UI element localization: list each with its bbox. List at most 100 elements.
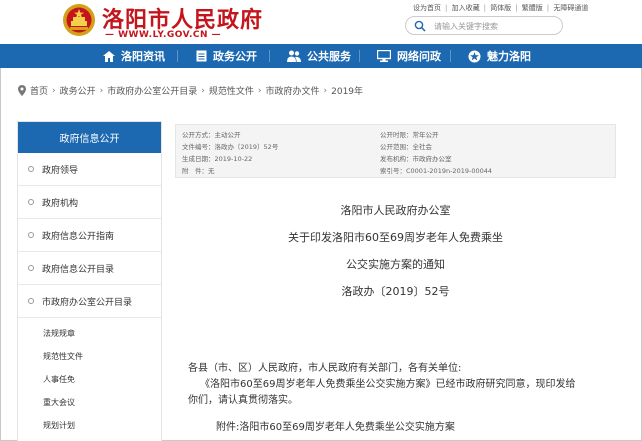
document-attachment-link[interactable]: 附件:洛阳市60至69周岁老年人免费乘坐公交实施方案 — [216, 418, 455, 433]
document-meta-box: 公开方式：主动公开 文件编号：洛政办〔2019〕52号 生成日期：2019-10… — [175, 124, 616, 178]
meta-time-limit: 公开时限：常年公开 — [380, 129, 439, 139]
meta-label: 公开范围： — [380, 143, 413, 151]
meta-scope: 公开范围：全社会 — [380, 141, 432, 151]
breadcrumb-separator: › — [257, 85, 262, 96]
sidebar-title[interactable]: 政府信息公开 — [18, 122, 161, 153]
site-url: — WWW.LY.GOV.CN — — [105, 30, 222, 40]
document-icon — [196, 50, 207, 62]
site-header: 洛阳市人民政府 — WWW.LY.GOV.CN — 设为首页 | 加入收藏 | 简体… — [0, 0, 642, 44]
nav-divider — [450, 50, 451, 62]
home-icon — [103, 50, 115, 62]
sidebar-item-label: 政府信息公开指南 — [42, 231, 115, 242]
breadcrumb-normative-docs[interactable]: 规范性文件 — [209, 84, 254, 97]
sidebar: 政府信息公开 政府领导 政府机构 政府信息公开指南 政府信息公开目录 市政府办公… — [17, 121, 162, 441]
sidebar-item-agencies[interactable]: 政府机构 — [18, 186, 161, 219]
sidebar-sub-item-regulations[interactable]: 法规规章 — [18, 322, 161, 345]
sidebar-item-label: 市政府办公室公开目录 — [42, 297, 133, 308]
nav-label: 魅力洛阳 — [487, 50, 531, 63]
main-nav: 洛阳资讯 政务公开 公共服务 网络问政 魅力洛阳 — [0, 44, 642, 68]
star-icon — [468, 50, 481, 62]
meta-attachment: 附 件：无 — [182, 165, 215, 175]
meta-label: 附 件： — [182, 167, 208, 175]
sidebar-item-label: 政府信息公开目录 — [42, 264, 115, 275]
meta-created-date: 生成日期：2019-10-22 — [182, 153, 252, 163]
document-issuer: 洛阳市人民政府办公室 — [340, 204, 451, 217]
sidebar-sub-list: 法规规章 规范性文件 人事任免 重大会议 规划计划 — [18, 318, 161, 437]
document-title-line-1: 关于印发洛阳市60至69周岁老年人免费乘坐 — [288, 231, 503, 244]
set-homepage-link[interactable]: 设为首页 — [413, 4, 441, 12]
sidebar-sub-item-appointments[interactable]: 人事任免 — [18, 368, 161, 391]
search-box[interactable]: 请输入关键字搜索 — [405, 16, 563, 35]
sidebar-item-guide[interactable]: 政府信息公开指南 — [18, 219, 161, 252]
circle-bullet-icon — [28, 232, 34, 238]
nav-divider — [177, 50, 178, 62]
document-salutation: 各县（市、区）人民政府，市人民政府有关部门，各有关单位: — [188, 363, 462, 374]
meta-label: 公开方式： — [182, 131, 215, 139]
meta-doc-number: 文件编号：洛政办〔2019〕52号 — [182, 141, 278, 151]
breadcrumb-separator: › — [99, 85, 104, 96]
meta-value: 市政府办公室 — [412, 155, 452, 163]
monitor-icon — [377, 50, 391, 62]
meta-value: 2019-10-22 — [214, 155, 253, 163]
breadcrumb-gov-affairs[interactable]: 政务公开 — [60, 84, 96, 97]
meta-index-number: 索引号：C0001-2019n-2019-00044 — [380, 165, 492, 175]
meta-value: 无 — [208, 167, 215, 175]
breadcrumb: 首页 › 政务公开 › 市政府办公室公开目录 › 规范性文件 › 市政府办文件 … — [18, 84, 363, 97]
nav-divider — [269, 50, 270, 62]
document-paragraph-line-2: 你们，请认真贯彻落实。 — [188, 395, 298, 406]
sidebar-item-label: 政府机构 — [42, 198, 79, 209]
nav-divider — [359, 50, 360, 62]
nav-item-online-inquiry[interactable]: 网络问政 — [377, 44, 441, 68]
sidebar-item-catalog[interactable]: 政府信息公开目录 — [18, 252, 161, 285]
nav-label: 洛阳资讯 — [121, 50, 165, 63]
breadcrumb-office-catalog[interactable]: 市政府办公室公开目录 — [107, 84, 197, 97]
circle-bullet-icon — [28, 265, 34, 271]
nav-label: 政务公开 — [213, 50, 257, 63]
traditional-link[interactable]: 繁體版 — [522, 4, 543, 12]
sidebar-item-leaders[interactable]: 政府领导 — [18, 153, 161, 186]
circle-bullet-icon — [28, 199, 34, 205]
nav-item-gov-affairs[interactable]: 政务公开 — [196, 44, 257, 68]
sidebar-item-label: 政府领导 — [42, 165, 79, 176]
nav-label: 网络问政 — [397, 50, 441, 63]
meta-label: 发布机构： — [380, 155, 413, 163]
meta-disclosure-method: 公开方式：主动公开 — [182, 129, 241, 139]
meta-publisher: 发布机构：市政府办公室 — [380, 153, 452, 163]
nav-label: 公共服务 — [307, 50, 351, 63]
nav-item-news[interactable]: 洛阳资讯 — [103, 44, 165, 68]
meta-label: 公开时限： — [380, 131, 413, 139]
sidebar-sub-item-normative-docs[interactable]: 规范性文件 — [18, 345, 161, 368]
sidebar-item-office-catalog[interactable]: 市政府办公室公开目录 — [18, 285, 161, 318]
meta-label: 生成日期： — [182, 155, 215, 163]
meta-value: 主动公开 — [214, 131, 241, 139]
breadcrumb-home[interactable]: 首页 — [30, 84, 48, 97]
people-icon — [287, 50, 301, 62]
nav-item-charm-luoyang[interactable]: 魅力洛阳 — [468, 44, 531, 68]
meta-value: C0001-2019n-2019-00044 — [406, 167, 492, 175]
nav-item-public-service[interactable]: 公共服务 — [287, 44, 351, 68]
meta-label: 文件编号： — [182, 143, 215, 151]
location-pin-icon — [18, 85, 26, 96]
accessibility-link[interactable]: 无障碍通道 — [553, 4, 588, 12]
sidebar-sub-item-plans[interactable]: 规划计划 — [18, 414, 161, 437]
document-title-line-2: 公交实施方案的通知 — [346, 258, 445, 271]
breadcrumb-year[interactable]: 2019年 — [331, 84, 363, 97]
breadcrumb-separator: › — [52, 85, 56, 96]
national-emblem-icon — [63, 4, 95, 36]
meta-label: 索引号： — [380, 167, 406, 175]
search-input[interactable]: 请输入关键字搜索 — [434, 21, 498, 32]
meta-value: 全社会 — [412, 143, 433, 151]
breadcrumb-office-docs[interactable]: 市政府办文件 — [266, 84, 320, 97]
meta-value: 洛政办〔2019〕52号 — [214, 143, 279, 151]
circle-bullet-icon — [28, 298, 34, 304]
meta-value: 常年公开 — [412, 131, 439, 139]
simplified-link[interactable]: 简体版 — [490, 4, 511, 12]
breadcrumb-separator: › — [201, 85, 205, 96]
sidebar-sub-item-meetings[interactable]: 重大会议 — [18, 391, 161, 414]
document-paragraph-line-1: 《洛阳市60至69周岁老年人免费乘坐公交实施方案》已经市政府研究同意，现印发给 — [200, 379, 576, 390]
add-favorite-link[interactable]: 加入收藏 — [452, 4, 480, 12]
search-icon[interactable] — [414, 20, 426, 32]
top-links: 设为首页 | 加入收藏 | 简体版 | 繁體版 | 无障碍通道 — [413, 4, 589, 12]
breadcrumb-separator: › — [323, 85, 328, 96]
document-number: 洛政办〔2019〕52号 — [341, 285, 450, 298]
